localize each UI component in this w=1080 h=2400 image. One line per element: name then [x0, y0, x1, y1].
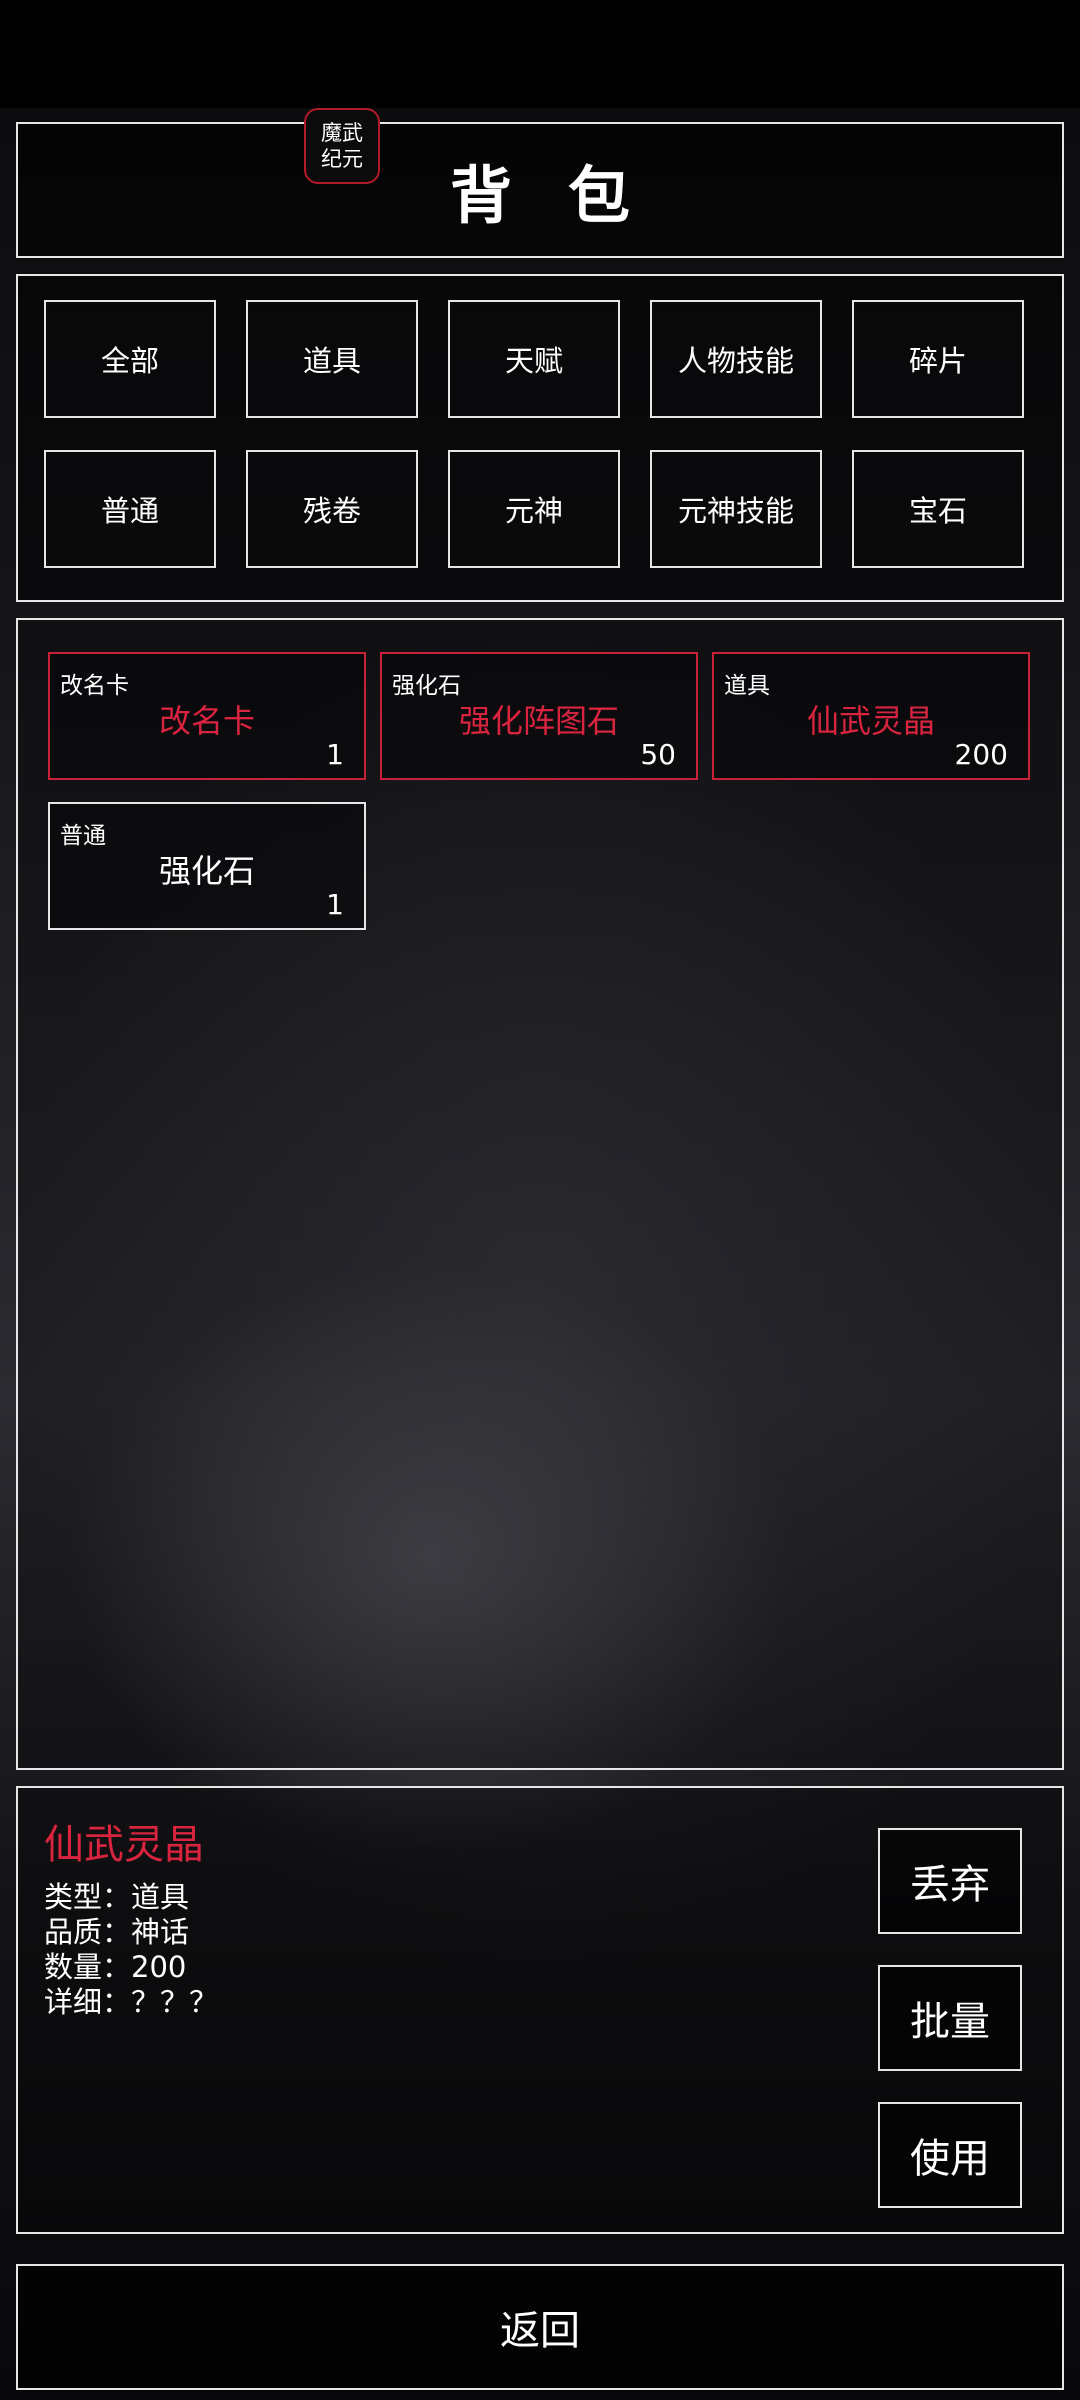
- tab-character-skills[interactable]: 人物技能: [650, 300, 822, 418]
- detail-item-name: 仙武灵晶: [44, 1822, 204, 1868]
- inventory-item-immortal-crystal[interactable]: 道具 仙武灵晶 200: [712, 652, 1030, 780]
- game-logo: 魔武 纪元: [304, 108, 380, 184]
- inventory-grid: 改名卡 改名卡 1 强化石 强化阵图石 50 道具 仙武灵晶 200 普通 强化…: [16, 618, 1064, 1770]
- item-quantity: 1: [326, 888, 344, 921]
- detail-description: 详细：？？？: [44, 1985, 219, 2019]
- item-name: 改名卡: [158, 702, 255, 740]
- item-type-label: 改名卡: [60, 673, 129, 699]
- status-bar: [0, 0, 1080, 108]
- item-name: 仙武灵晶: [806, 702, 935, 740]
- item-quantity: 200: [954, 738, 1008, 771]
- item-quantity: 1: [326, 738, 344, 771]
- tab-fragments[interactable]: 碎片: [852, 300, 1024, 418]
- tab-spirit[interactable]: 元神: [448, 450, 620, 568]
- item-quantity: 50: [640, 738, 676, 771]
- backpack-screen: 魔武 纪元 背包 全部 道具 天赋 人物技能 碎片 普通 残卷 元神 元神技能 …: [0, 0, 1080, 2400]
- item-type-label: 道具: [724, 673, 770, 699]
- tab-all[interactable]: 全部: [44, 300, 216, 418]
- tab-props[interactable]: 道具: [246, 300, 418, 418]
- logo-line-1: 魔武: [321, 121, 363, 145]
- page-title: 背包: [449, 159, 686, 232]
- item-detail-panel: 仙武灵晶 类型：道具 品质：神话 数量：200 详细：？？？ 丢弃 批量 使用: [16, 1786, 1064, 2234]
- tab-gems[interactable]: 宝石: [852, 450, 1024, 568]
- tab-spirit-skills[interactable]: 元神技能: [650, 450, 822, 568]
- item-name: 强化阵图石: [458, 702, 619, 740]
- logo-line-2: 纪元: [321, 147, 363, 171]
- discard-button[interactable]: 丢弃: [878, 1828, 1022, 1934]
- item-type-label: 普通: [60, 823, 106, 849]
- item-name: 强化石: [158, 852, 255, 890]
- inventory-item-enhance-stone[interactable]: 普通 强化石 1: [48, 802, 366, 930]
- tab-talent[interactable]: 天赋: [448, 300, 620, 418]
- inventory-item-rename-card[interactable]: 改名卡 改名卡 1: [48, 652, 366, 780]
- use-button[interactable]: 使用: [878, 2102, 1022, 2208]
- category-tabs-panel: 全部 道具 天赋 人物技能 碎片 普通 残卷 元神 元神技能 宝石: [16, 274, 1064, 602]
- back-button[interactable]: 返回: [16, 2264, 1064, 2390]
- header-panel: 背包: [16, 122, 1064, 258]
- tab-normal[interactable]: 普通: [44, 450, 216, 568]
- tab-scrolls[interactable]: 残卷: [246, 450, 418, 568]
- item-type-label: 强化石: [392, 673, 461, 699]
- inventory-item-enhance-array-stone[interactable]: 强化石 强化阵图石 50: [380, 652, 698, 780]
- batch-button[interactable]: 批量: [878, 1965, 1022, 2071]
